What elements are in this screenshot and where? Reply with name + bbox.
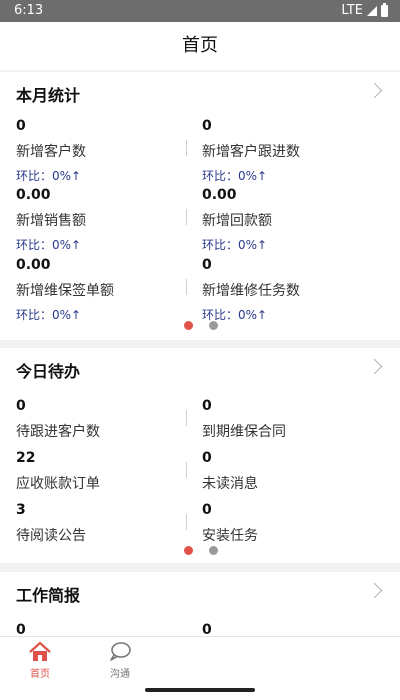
chevron-right-icon[interactable]	[366, 582, 383, 599]
todo-followup-customers[interactable]: 0 待跟进客户数	[16, 398, 100, 441]
app-header: 首页	[0, 22, 400, 70]
monthly-stats-title: 本月统计	[16, 86, 81, 105]
column-divider	[186, 514, 187, 530]
column-divider	[186, 209, 187, 225]
stat-value: 0.00	[16, 187, 51, 203]
stat-new-repair-tasks[interactable]: 0 新增维修任务数 环比：0%↑	[202, 257, 300, 323]
stat-ratio: 环比：0%↑	[16, 308, 82, 322]
stat-ratio: 环比：0%↑	[16, 238, 82, 252]
stat-label: 新增客户数	[16, 144, 86, 160]
todo-value: 3	[16, 502, 26, 518]
work-brief-card: 工作简报 0 0	[0, 572, 400, 638]
home-icon	[28, 641, 52, 663]
todo-value: 0	[202, 502, 212, 518]
stat-label: 新增回款额	[202, 213, 272, 229]
todo-label: 未读消息	[202, 476, 258, 492]
tab-home[interactable]: 首页	[10, 641, 70, 680]
todo-install-tasks[interactable]: 0 安装任务	[202, 502, 258, 545]
todo-expiring-contracts[interactable]: 0 到期维保合同	[202, 398, 286, 441]
gesture-home-indicator[interactable]	[145, 688, 255, 692]
todo-label: 待阅读公告	[16, 528, 86, 544]
todo-receivable-orders[interactable]: 22 应收账款订单	[16, 450, 100, 493]
todo-header[interactable]: 今日待办	[0, 348, 400, 388]
stat-new-maintenance-contracts[interactable]: 0.00 新增维保签单额 环比：0%↑	[16, 257, 114, 323]
work-brief-title: 工作简报	[16, 586, 81, 605]
battery-icon	[381, 2, 388, 17]
work-brief-header[interactable]: 工作简报	[0, 572, 400, 612]
stat-ratio: 环比：0%↑	[202, 238, 268, 252]
todo-label: 待跟进客户数	[16, 424, 100, 440]
stat-value: 0	[16, 118, 26, 134]
stat-value: 0.00	[16, 257, 51, 273]
column-divider	[186, 462, 187, 478]
stat-value: 0.00	[202, 187, 237, 203]
chevron-right-icon[interactable]	[366, 358, 383, 375]
page-dot-active[interactable]	[184, 321, 193, 330]
stat-new-sales[interactable]: 0.00 新增销售额 环比：0%↑	[16, 187, 86, 253]
stat-label: 新增维保签单额	[16, 283, 114, 299]
stat-new-payments[interactable]: 0.00 新增回款额 环比：0%↑	[202, 187, 272, 253]
todo-value: 0	[202, 450, 212, 466]
tab-label: 首页	[30, 669, 50, 680]
stat-value: 0	[202, 257, 212, 273]
signal-icon	[367, 5, 377, 16]
status-bar: 6:13 LTE	[0, 0, 400, 22]
todo-title: 今日待办	[16, 362, 81, 381]
network-type: LTE	[341, 3, 363, 18]
stat-ratio: 环比：0%↑	[202, 169, 268, 183]
todo-label: 安装任务	[202, 528, 258, 544]
todo-unread-announcements[interactable]: 3 待阅读公告	[16, 502, 86, 545]
chat-bubble-icon	[108, 641, 132, 663]
tab-chat[interactable]: 沟通	[90, 641, 150, 680]
todo-label: 应收账款订单	[16, 476, 100, 492]
stat-value: 0	[202, 118, 212, 134]
page-dot[interactable]	[209, 321, 218, 330]
todo-label: 到期维保合同	[202, 424, 286, 440]
stat-label: 新增维修任务数	[202, 283, 300, 299]
stat-new-followups[interactable]: 0 新增客户跟进数 环比：0%↑	[202, 118, 300, 184]
status-icons: LTE	[341, 2, 388, 18]
page-dot-active[interactable]	[184, 546, 193, 555]
todo-value: 0	[16, 398, 26, 414]
stat-ratio: 环比：0%↑	[16, 169, 82, 183]
stat-new-customers[interactable]: 0 新增客户数 环比：0%↑	[16, 118, 86, 184]
carousel-indicator	[184, 546, 218, 555]
column-divider	[186, 279, 187, 295]
todo-value: 0	[202, 398, 212, 414]
monthly-stats-header[interactable]: 本月统计	[0, 72, 400, 112]
page-title: 首页	[182, 35, 218, 56]
todo-card: 今日待办 0 待跟进客户数 0 到期维保合同 22 应收账款订单 0 未读消息 …	[0, 348, 400, 563]
monthly-stats-card: 本月统计 0 新增客户数 环比：0%↑ 0 新增客户跟进数 环比：0%↑ 0.0…	[0, 72, 400, 340]
todo-unread-messages[interactable]: 0 未读消息	[202, 450, 258, 493]
carousel-indicator	[184, 321, 218, 330]
stat-label: 新增销售额	[16, 213, 86, 229]
column-divider	[186, 410, 187, 426]
page-dot[interactable]	[209, 546, 218, 555]
stat-label: 新增客户跟进数	[202, 144, 300, 160]
tab-label: 沟通	[110, 669, 130, 680]
todo-value: 22	[16, 450, 36, 466]
chevron-right-icon[interactable]	[366, 82, 383, 99]
column-divider	[186, 140, 187, 156]
status-time: 6:13	[14, 3, 44, 18]
